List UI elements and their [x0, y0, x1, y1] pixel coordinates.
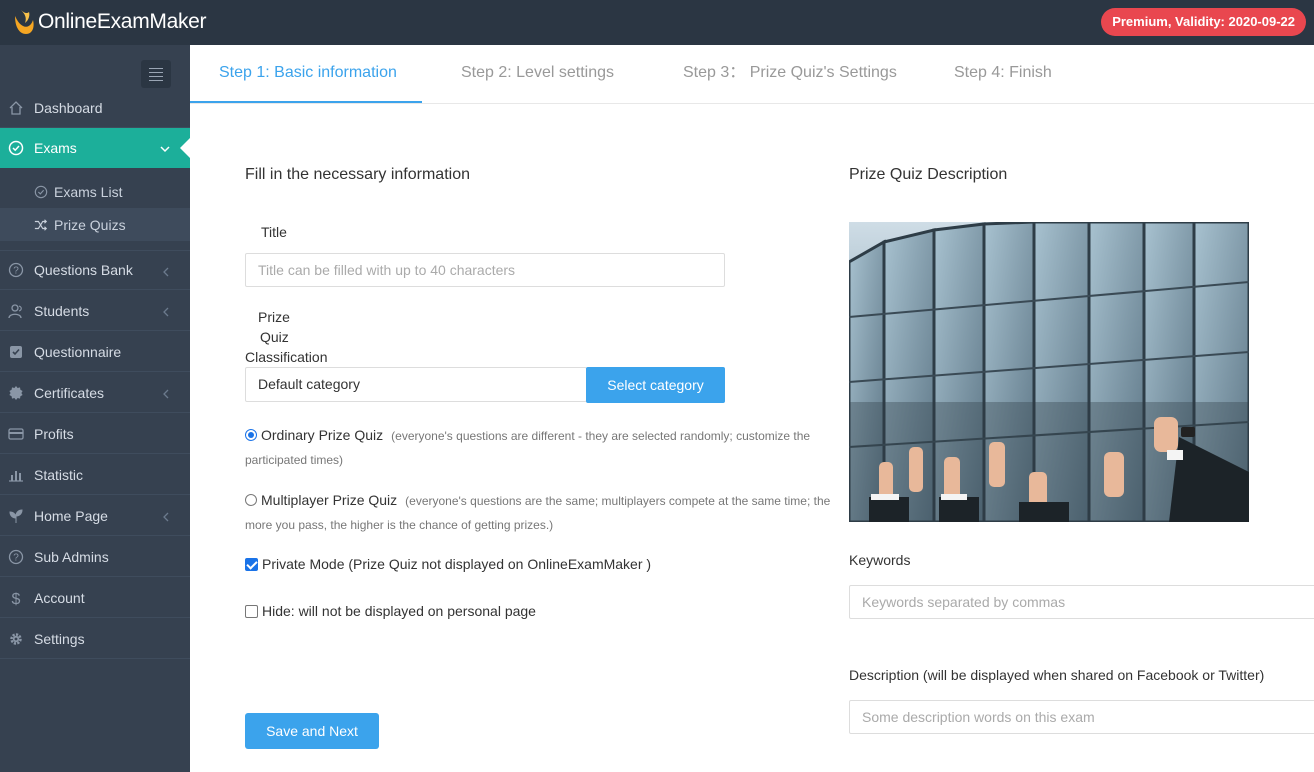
hide-label: Hide: will not be displayed on personal …	[262, 603, 536, 619]
tab-step-1[interactable]: Step 1: Basic information	[190, 45, 422, 103]
logo-text: OnlineExamMaker	[38, 10, 207, 33]
sidebar-subitem-prize-quizs[interactable]: Prize Quizs	[0, 208, 190, 241]
svg-text:?: ?	[13, 552, 19, 563]
save-and-next-button[interactable]: Save and Next	[245, 713, 379, 749]
users-icon	[7, 302, 25, 320]
sidebar-item-label: Sub Admins	[34, 548, 109, 565]
sidebar-item-label: Home Page	[34, 507, 108, 524]
description-heading: Prize Quiz Description	[849, 166, 1008, 183]
sidebar-item-settings[interactable]: Settings	[0, 619, 190, 659]
bar-chart-icon	[7, 466, 25, 484]
premium-validity-badge[interactable]: Premium, Validity: 2020-09-22	[1101, 8, 1306, 36]
classification-field[interactable]: Default category	[245, 367, 587, 402]
keywords-label: Keywords	[849, 552, 911, 568]
top-bar: OnlineExamMaker Premium, Validity: 2020-…	[0, 0, 1314, 45]
sidebar-item-label: Dashboard	[34, 99, 103, 116]
sidebar-item-students[interactable]: Students	[0, 291, 190, 331]
logo-flame-icon	[12, 8, 36, 36]
sidebar-item-questions-bank[interactable]: ? Questions Bank	[0, 250, 190, 290]
check-circle-icon	[33, 184, 49, 200]
sidebar-item-label: Statistic	[34, 466, 84, 483]
chevron-left-icon	[162, 264, 170, 280]
question-circle-icon: ?	[7, 548, 25, 566]
sidebar-item-label: Students	[34, 302, 90, 319]
logo[interactable]: OnlineExamMaker	[12, 7, 207, 37]
prize-quiz-cover-image[interactable]	[849, 222, 1249, 522]
ordinary-note-cont: participated times)	[245, 453, 344, 467]
ordinary-label: Ordinary Prize Quiz	[261, 427, 384, 443]
form-heading: Fill in the necessary information	[245, 166, 470, 183]
sidebar-toggle-button[interactable]	[141, 60, 171, 88]
ordinary-note: (everyone's questions are different - th…	[391, 429, 811, 443]
sidebar-item-exams[interactable]: Exams	[0, 128, 190, 168]
sidebar-subitem-label: Exams List	[54, 183, 123, 200]
sidebar-item-dashboard[interactable]: Dashboard	[0, 88, 190, 128]
private-mode-option[interactable]: Private Mode (Prize Quiz not displayed o…	[245, 556, 651, 572]
hide-checkbox[interactable]	[245, 604, 258, 618]
home-icon	[7, 99, 25, 117]
check-circle-icon	[7, 139, 25, 157]
select-category-button[interactable]: Select category	[586, 367, 725, 403]
private-mode-checkbox[interactable]	[245, 557, 258, 571]
step-tabs: Step 1: Basic information Step 2: Level …	[190, 45, 1314, 104]
ordinary-radio[interactable]	[245, 429, 257, 441]
title-input[interactable]	[245, 253, 725, 287]
multiplayer-radio[interactable]	[245, 494, 257, 506]
question-circle-icon: ?	[7, 261, 25, 279]
sidebar-item-certificates[interactable]: Certificates	[0, 373, 190, 413]
badge-icon	[7, 384, 25, 402]
multiplayer-note-cont: more you pass, the higher is the chance …	[245, 518, 554, 532]
sidebar-item-questionnaire[interactable]: Questionnaire	[0, 332, 190, 372]
private-mode-label: Private Mode (Prize Quiz not displayed o…	[262, 556, 652, 572]
sidebar-item-label: Questions Bank	[34, 262, 133, 278]
ordinary-prize-quiz-option[interactable]: Ordinary Prize Quiz (everyone's questions…	[245, 424, 840, 472]
chevron-left-icon	[162, 386, 170, 402]
sidebar-item-profits[interactable]: Profits	[0, 414, 190, 454]
shuffle-icon	[33, 217, 49, 233]
sidebar-subitem-label: Prize Quizs	[54, 216, 126, 233]
classification-label-line-1: Prize	[258, 309, 290, 325]
sidebar-item-label: Account	[34, 589, 85, 606]
description-label: Description (will be displayed when shar…	[849, 667, 1265, 683]
sidebar-item-label: Questionnaire	[34, 343, 122, 360]
tab-step-3[interactable]: Step 3： Prize Quiz's Settings	[683, 45, 897, 103]
sidebar-item-account[interactable]: $ Account	[0, 578, 190, 618]
sidebar-subitem-exams-list[interactable]: Exams List	[0, 175, 190, 208]
sidebar-item-label: Certificates	[34, 384, 105, 401]
checkbox-icon	[7, 343, 25, 361]
multiplayer-note: (everyone's questions are the same; mult…	[405, 494, 831, 508]
multiplayer-prize-quiz-option[interactable]: Multiplayer Prize Quiz (everyone's questi…	[245, 489, 840, 537]
tab-step-2[interactable]: Step 2: Level settings	[461, 45, 614, 103]
credit-card-icon	[7, 425, 25, 443]
hide-option[interactable]: Hide: will not be displayed on personal …	[245, 603, 536, 619]
chevron-left-icon	[162, 509, 170, 525]
dollar-icon: $	[7, 589, 25, 607]
tab-step-4[interactable]: Step 4: Finish	[954, 45, 1052, 103]
svg-text:?: ?	[13, 266, 19, 277]
leaf-icon	[7, 507, 25, 525]
sidebar-item-home-page[interactable]: Home Page	[0, 496, 190, 536]
classification-label-line-3: Classification	[245, 349, 328, 365]
chevron-left-icon	[162, 304, 170, 320]
svg-text:$: $	[12, 591, 21, 606]
chevron-down-icon	[160, 141, 170, 157]
sidebar-item-label: Profits	[34, 425, 74, 442]
keywords-input[interactable]	[849, 585, 1314, 619]
description-input[interactable]	[849, 700, 1314, 734]
title-label: Title	[261, 224, 287, 240]
gear-icon	[7, 630, 25, 648]
sidebar-item-label: Exams	[34, 140, 77, 156]
sidebar-item-label: Settings	[34, 630, 85, 647]
sidebar-item-sub-admins[interactable]: ? Sub Admins	[0, 537, 190, 577]
multiplayer-label: Multiplayer Prize Quiz	[261, 492, 398, 508]
sidebar-item-statistic[interactable]: Statistic	[0, 455, 190, 495]
sidebar: Dashboard Exams Exams List Prize Quizs ?…	[0, 45, 190, 772]
classification-label-line-2: Quiz	[260, 329, 289, 345]
